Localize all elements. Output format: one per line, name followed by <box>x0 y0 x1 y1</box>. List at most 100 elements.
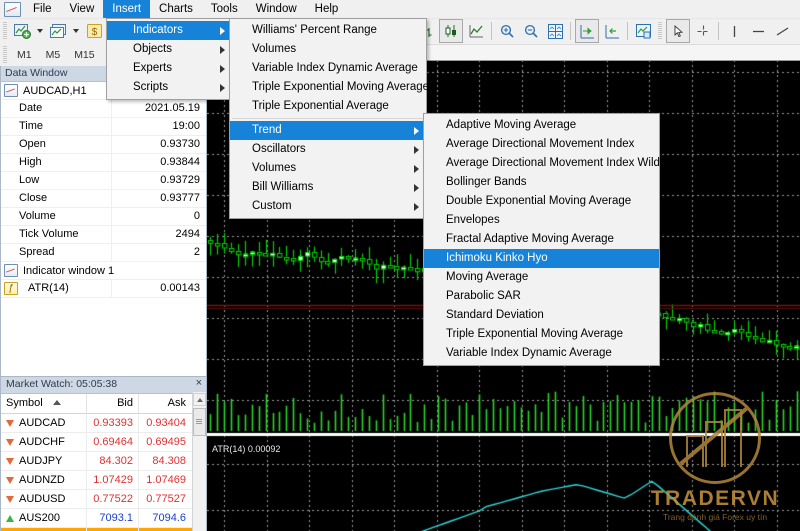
menu-item-williams-percent-range[interactable]: Williams' Percent Range <box>230 21 426 40</box>
candlestick-chart-button[interactable] <box>439 19 463 43</box>
menu-item-volumes[interactable]: Volumes <box>230 159 426 178</box>
menu-item-moving-average[interactable]: Moving Average <box>424 268 659 287</box>
menu-item-standard-deviation[interactable]: Standard Deviation <box>424 306 659 325</box>
menu-item-label: Oscillators <box>252 143 306 155</box>
new-chart-dropdown[interactable] <box>35 20 45 42</box>
column-header-symbol-label: Symbol <box>6 397 43 409</box>
menu-item-ichimoku-kinko-hyo[interactable]: Ichimoku Kinko Hyo <box>424 249 659 268</box>
zoom-in-button[interactable] <box>496 20 518 42</box>
close-icon[interactable]: × <box>196 377 202 389</box>
direction-down-icon <box>6 457 14 465</box>
menu-window[interactable]: Window <box>247 0 306 18</box>
menu-view[interactable]: View <box>61 0 104 18</box>
direction-down-icon <box>6 495 14 503</box>
market-watch-button[interactable]: $ <box>83 20 105 42</box>
bid-price: 0.69464 <box>87 433 139 451</box>
chart-icon <box>4 84 18 97</box>
symbol-name: AUS200 <box>19 512 60 524</box>
crosshair-button[interactable] <box>692 20 714 42</box>
menu-item-triple-exponential-moving-average[interactable]: Triple Exponential Moving Average <box>230 78 429 97</box>
chart-shift-button[interactable] <box>575 19 599 43</box>
ask-price: 0.77527 <box>146 493 186 505</box>
menu-item-trend[interactable]: Trend <box>230 121 426 140</box>
toolbar-grip[interactable] <box>658 22 662 40</box>
menu-item-volumes[interactable]: Volumes <box>230 40 426 59</box>
menu-tools[interactable]: Tools <box>202 0 247 18</box>
menu-help[interactable]: Help <box>306 0 348 18</box>
market-watch-row[interactable]: AUDCAD 0.93393 0.93404 <box>1 414 193 433</box>
timeframe-m15[interactable]: M15 <box>67 49 101 61</box>
menu-item-label: Double Exponential Moving Average <box>446 195 632 207</box>
templates-button[interactable] <box>632 20 654 42</box>
scrollbar-thumb[interactable] <box>193 408 206 436</box>
menu-item-label: Custom <box>252 200 292 212</box>
menu-item-variable-index-dynamic-average[interactable]: Variable Index Dynamic Average <box>230 59 426 78</box>
column-header-symbol[interactable]: Symbol <box>1 394 87 413</box>
market-watch-row[interactable]: AUS200 7093.1 7094.6 <box>1 509 193 528</box>
menu-item-average-directional-movement-index[interactable]: Average Directional Movement Index <box>424 135 659 154</box>
cursor-button[interactable] <box>666 19 690 43</box>
market-watch-row[interactable]: AUDCHF 0.69464 0.69495 <box>1 433 193 452</box>
data-window-row: Time 19:00 <box>1 118 206 136</box>
data-window-value: 0.93777 <box>111 190 206 207</box>
menu-item-label: Moving Average <box>446 271 529 283</box>
insert-menu: Indicators Objects Experts Scripts <box>106 18 233 100</box>
zoom-out-button[interactable] <box>520 20 542 42</box>
menu-item-experts[interactable]: Experts <box>107 59 232 78</box>
menu-item-bill-williams[interactable]: Bill Williams <box>230 178 426 197</box>
market-watch-row[interactable]: AUDNZD 1.07429 1.07469 <box>1 471 193 490</box>
horizontal-line-button[interactable] <box>747 20 769 42</box>
menu-item-envelopes[interactable]: Envelopes <box>424 211 659 230</box>
auto-scroll-button[interactable] <box>601 20 623 42</box>
line-chart-button[interactable] <box>465 20 487 42</box>
vertical-line-button[interactable] <box>723 20 745 42</box>
data-window-key: Open <box>19 138 46 150</box>
menu-item-fractal-adaptive-moving-average[interactable]: Fractal Adaptive Moving Average <box>424 230 659 249</box>
menu-item-double-exponential-moving-average[interactable]: Double Exponential Moving Average <box>424 192 659 211</box>
menu-item-label: Scripts <box>133 81 169 93</box>
menu-insert[interactable]: Insert <box>103 0 151 18</box>
menu-item-label: Bill Williams <box>252 181 314 193</box>
timeframe-m5[interactable]: M5 <box>39 49 68 61</box>
menu-item-average-directional-movement-index-wilder[interactable]: Average Directional Movement Index Wilde… <box>424 154 670 173</box>
toolbar-separator <box>718 22 719 40</box>
new-chart-button[interactable] <box>11 20 33 42</box>
direction-up-icon <box>6 514 14 522</box>
data-window-key: Date <box>19 102 43 114</box>
menu-item-label: Trend <box>252 124 282 136</box>
menu-item-variable-index-dynamic-average[interactable]: Variable Index Dynamic Average <box>424 344 659 363</box>
column-header-ask[interactable]: Ask <box>139 394 191 413</box>
menu-item-scripts[interactable]: Scripts <box>107 78 232 97</box>
trendline-button[interactable] <box>771 20 793 42</box>
market-watch-row[interactable]: AUDJPY 84.302 84.308 <box>1 452 193 471</box>
menu-item-objects[interactable]: Objects <box>107 40 232 59</box>
market-watch-title: Market Watch: 05:05:38 × <box>1 377 206 394</box>
menu-file[interactable]: File <box>24 0 61 18</box>
bid-price: 7093.1 <box>87 509 139 527</box>
toolbar-grip[interactable] <box>3 22 7 40</box>
column-header-bid[interactable]: Bid <box>87 394 139 413</box>
submenu-arrow-icon <box>414 127 419 135</box>
menu-item-label: Standard Deviation <box>446 309 544 321</box>
tile-windows-button[interactable] <box>544 20 566 42</box>
market-watch-row[interactable]: AUDUSD 0.77522 0.77527 <box>1 490 193 509</box>
ask-price: 0.69495 <box>146 436 186 448</box>
menu-item-triple-exponential-moving-average[interactable]: Triple Exponential Moving Average <box>424 325 659 344</box>
menu-charts[interactable]: Charts <box>150 0 202 18</box>
market-watch-scrollbar[interactable] <box>192 392 206 531</box>
menu-item-bollinger-bands[interactable]: Bollinger Bands <box>424 173 659 192</box>
profiles-dropdown[interactable] <box>71 20 81 42</box>
symbol-name: AUDCAD <box>19 417 66 429</box>
menu-item-triple-exponential-average[interactable]: Triple Exponential Average <box>230 97 426 116</box>
profiles-button[interactable] <box>47 20 69 42</box>
scroll-up-icon[interactable] <box>193 393 206 406</box>
toolbar-grip[interactable] <box>3 46 7 64</box>
timeframe-m1[interactable]: M1 <box>10 49 39 61</box>
menu-item-parabolic-sar[interactable]: Parabolic SAR <box>424 287 659 306</box>
menu-item-adaptive-moving-average[interactable]: Adaptive Moving Average <box>424 116 659 135</box>
menu-item-oscillators[interactable]: Oscillators <box>230 140 426 159</box>
submenu-arrow-icon <box>414 184 419 192</box>
menu-item-indicators[interactable]: Indicators <box>107 21 232 40</box>
toolbar-separator <box>570 22 571 40</box>
menu-item-custom[interactable]: Custom <box>230 197 426 216</box>
